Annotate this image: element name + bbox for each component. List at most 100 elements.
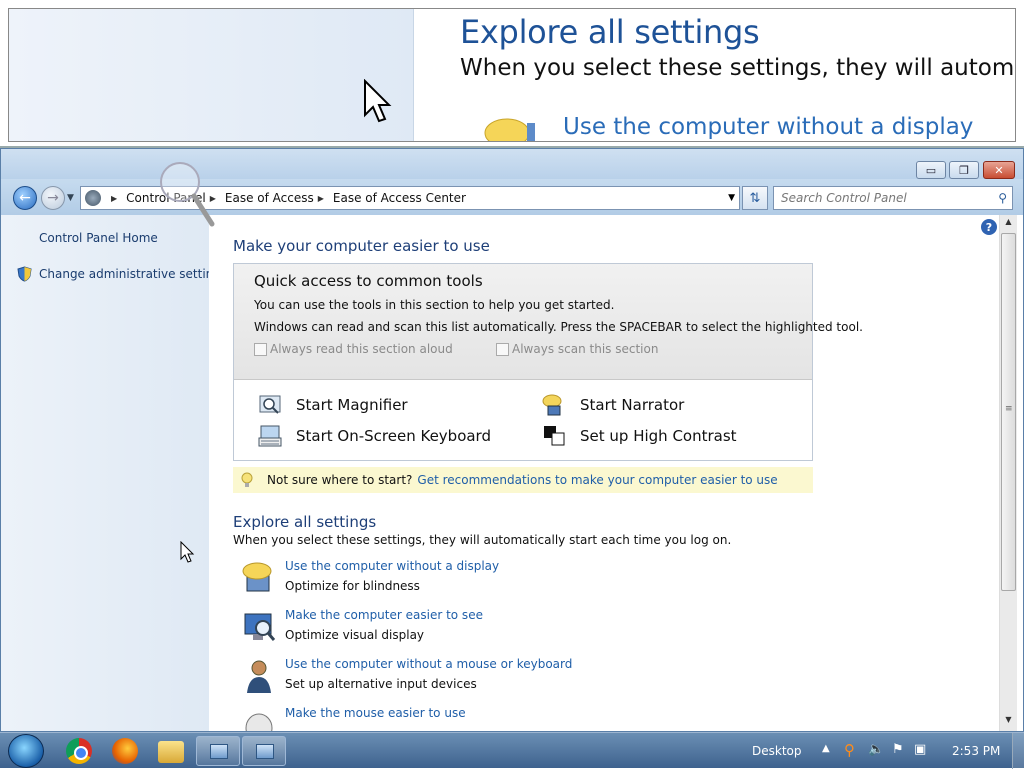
- contrast-icon: [544, 426, 565, 446]
- refresh-button[interactable]: ⇅: [742, 186, 768, 210]
- breadcrumb-separator-icon[interactable]: ▶: [111, 194, 117, 203]
- magnified-sidebar: [9, 9, 414, 141]
- get-recommendations-link[interactable]: Get recommendations to make your compute…: [417, 473, 777, 487]
- magnifier-icon: [259, 395, 281, 414]
- help-icon[interactable]: ?: [981, 219, 997, 235]
- main-content: ? Make your computer easier to use Quick…: [209, 215, 999, 731]
- mouse-icon: [245, 713, 273, 731]
- start-narrator-label: Start Narrator: [580, 396, 685, 414]
- magnified-cursor-icon: [364, 79, 392, 123]
- start-magnifier-label: Start Magnifier: [296, 396, 408, 414]
- firefox-icon[interactable]: [112, 738, 138, 764]
- control-panel-icon: [85, 190, 101, 206]
- back-button[interactable]: ←: [13, 186, 37, 210]
- quick-access-description: You can use the tools in this section to…: [254, 298, 615, 312]
- search-input[interactable]: Search Control Panel ⚲: [773, 186, 1013, 210]
- ease-of-access-window: ▭ ❐ ✕ ← → ▼ ▶ Control Panel ▶ Ease of Ac…: [0, 148, 1024, 732]
- chrome-icon[interactable]: [66, 738, 92, 764]
- explore-settings-title: Explore all settings: [233, 513, 377, 531]
- lightbulb-icon: [241, 472, 253, 487]
- magnified-explore-description: When you select these settings, they wil…: [460, 55, 1015, 81]
- keyboard-icon: [258, 425, 282, 447]
- recent-pages-dropdown-icon[interactable]: ▼: [67, 193, 74, 203]
- magnifier-view: Explore all settings When you select the…: [0, 0, 1024, 148]
- restore-button[interactable]: ❐: [949, 161, 979, 179]
- easier-to-see-link[interactable]: Make the computer easier to see: [285, 608, 483, 622]
- taskbar-control-panel-button[interactable]: [242, 736, 286, 766]
- magnifier-tray-icon[interactable]: ⚲: [844, 741, 860, 759]
- checkbox-box[interactable]: [254, 342, 267, 356]
- start-on-screen-keyboard-button[interactable]: Start On-Screen Keyboard: [258, 425, 491, 447]
- always-read-checkbox[interactable]: Always read this section aloud: [254, 342, 453, 356]
- file-explorer-icon[interactable]: [158, 741, 184, 763]
- taskbar: Desktop ▲ ⚲ 🔈 ⚑ ▣ 2:53 PM: [0, 732, 1024, 769]
- scroll-grip-icon: ≡: [1005, 404, 1013, 414]
- window-thumbnail-icon: [210, 744, 228, 759]
- always-scan-label: Always scan this section: [512, 342, 659, 356]
- quick-access-instruction: Windows can read and scan this list auto…: [254, 320, 863, 334]
- display-icon: [242, 562, 272, 592]
- mouse-easier-link[interactable]: Make the mouse easier to use: [285, 706, 466, 720]
- vertical-scrollbar[interactable]: ▲ ≡ ▼: [999, 215, 1017, 731]
- explore-settings-description: When you select these settings, they wil…: [233, 533, 732, 547]
- scroll-up-icon[interactable]: ▲: [1000, 217, 1017, 231]
- without-mouse-keyboard-subtitle: Set up alternative input devices: [285, 677, 477, 691]
- magnifier-lens-icon: [160, 162, 215, 227]
- forward-button[interactable]: →: [41, 186, 65, 210]
- navigation-bar: ← → ▼ ▶ Control Panel ▶ Ease of Access ▶…: [1, 179, 1023, 215]
- magnifier-frame: Explore all settings When you select the…: [8, 8, 1016, 142]
- scroll-down-icon[interactable]: ▼: [1000, 715, 1017, 729]
- start-magnifier-button[interactable]: Start Magnifier: [258, 394, 408, 416]
- quick-access-header: Quick access to common tools You can use…: [234, 264, 863, 380]
- control-panel-thumbnail-icon: [256, 744, 274, 759]
- quick-access-panel: Quick access to common tools You can use…: [233, 263, 863, 461]
- address-dropdown-icon[interactable]: ▼: [728, 193, 735, 203]
- always-scan-checkbox[interactable]: Always scan this section: [496, 342, 658, 356]
- minimize-button[interactable]: ▭: [916, 161, 946, 179]
- person-icon: [247, 660, 271, 693]
- search-icon[interactable]: ⚲: [998, 191, 1007, 205]
- close-button[interactable]: ✕: [983, 161, 1015, 179]
- set-up-high-contrast-label: Set up High Contrast: [580, 427, 737, 445]
- without-mouse-keyboard-link[interactable]: Use the computer without a mouse or keyb…: [285, 657, 572, 671]
- scroll-thumb[interactable]: ≡: [1001, 233, 1016, 591]
- shield-icon: [17, 266, 32, 282]
- narrator-icon: [542, 394, 562, 416]
- volume-muted-icon[interactable]: 🔈: [868, 742, 884, 758]
- breadcrumb-ease-of-access-center[interactable]: Ease of Access Center: [333, 191, 466, 205]
- clock[interactable]: 2:53 PM: [952, 744, 1000, 758]
- start-button[interactable]: [8, 734, 44, 768]
- easier-to-see-subtitle: Optimize visual display: [285, 628, 425, 642]
- action-center-flag-icon[interactable]: ⚑: [892, 742, 908, 758]
- start-narrator-button[interactable]: Start Narrator: [542, 394, 684, 416]
- title-bar[interactable]: ▭ ❐ ✕: [1, 149, 1023, 179]
- without-display-subtitle: Optimize for blindness: [285, 579, 420, 593]
- back-arrow-icon: ←: [19, 190, 31, 206]
- refresh-icon: ⇅: [749, 190, 761, 206]
- mouse-cursor-icon: [180, 541, 195, 563]
- monitor-magnifier-icon: [244, 613, 276, 641]
- forward-arrow-icon: →: [47, 190, 59, 206]
- always-read-label: Always read this section aloud: [270, 342, 453, 356]
- show-hidden-icons-icon[interactable]: ▲: [822, 743, 830, 754]
- tip-text: Not sure where to start?: [267, 473, 413, 487]
- magnified-display-link[interactable]: Use the computer without a display: [563, 114, 973, 140]
- breadcrumb-ease-of-access[interactable]: Ease of Access: [225, 191, 314, 205]
- breadcrumb-separator-icon[interactable]: ▶: [318, 194, 324, 203]
- page-title: Make your computer easier to use: [233, 237, 490, 255]
- search-placeholder: Search Control Panel: [781, 191, 907, 205]
- without-display-link[interactable]: Use the computer without a display: [285, 559, 499, 573]
- sidebar-item-control-panel-home[interactable]: Control Panel Home: [39, 231, 158, 245]
- checkbox-box[interactable]: [496, 342, 509, 356]
- recommendation-tip: Not sure where to start? Get recommendat…: [233, 467, 813, 493]
- desktop-toolbar-label[interactable]: Desktop: [752, 744, 802, 758]
- network-icon[interactable]: ▣: [914, 742, 930, 758]
- sidebar: Control Panel Home Change administrative…: [1, 215, 227, 731]
- sidebar-item-change-admin-settings[interactable]: Change administrative settings: [39, 267, 227, 281]
- taskbar-window-button[interactable]: [196, 736, 240, 766]
- magnified-display-icon: [484, 118, 535, 141]
- set-up-high-contrast-button[interactable]: Set up High Contrast: [542, 425, 737, 447]
- show-desktop-button[interactable]: [1012, 733, 1024, 769]
- quick-access-title: Quick access to common tools: [254, 272, 483, 290]
- magnified-explore-title: Explore all settings: [460, 13, 760, 51]
